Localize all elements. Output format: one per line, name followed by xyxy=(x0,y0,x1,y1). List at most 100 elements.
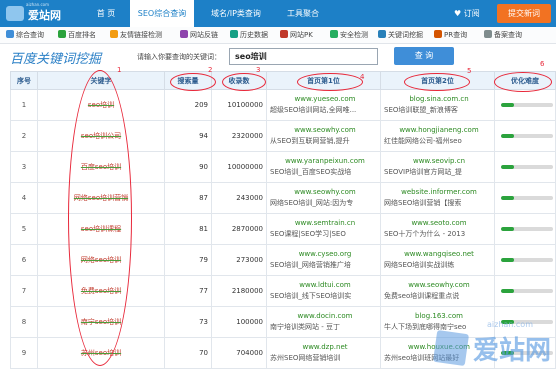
rank-1-domain-link[interactable]: www.semtrain.cn xyxy=(270,218,380,229)
subnav-item-site-pk[interactable]: 网站PK xyxy=(280,30,313,40)
rank-1-title: SEO课程|SEO学习|SEO xyxy=(270,230,346,238)
search-volume: 77 xyxy=(164,275,212,307)
rank-2-title: 网络SEO培训营销【搜索 xyxy=(384,199,462,207)
rank-2-site: www.wangqiseo.net 网络SEO培训实战训练 xyxy=(380,244,495,276)
subnav-label: 备案查询 xyxy=(494,31,522,39)
bell-icon: ♥ xyxy=(454,9,464,18)
subnav-label: 安全检测 xyxy=(340,31,368,39)
difficulty-cell xyxy=(494,151,556,183)
keyword-search-input[interactable] xyxy=(229,48,378,65)
annotation-4: 4 xyxy=(360,73,365,81)
tool-subnav: 综合查询 百度排名 友情链接检测 网站反链 历史数据 网站PK 安全检测 关键词… xyxy=(0,27,556,44)
history-icon xyxy=(230,30,238,38)
rank-1-site: www.seowhy.com 从SEO到互联网营销,提升 xyxy=(266,120,381,152)
difficulty-bar xyxy=(501,196,553,200)
row-number: 6 xyxy=(10,244,38,276)
search-volume: 87 xyxy=(164,182,212,214)
keyword-mining-icon xyxy=(378,30,386,38)
subnav-label: 百度排名 xyxy=(68,31,96,39)
icp-record-icon xyxy=(484,30,492,38)
difficulty-cell xyxy=(494,120,556,152)
shield-icon xyxy=(330,30,338,38)
rank-1-domain-link[interactable]: www.ldtui.com xyxy=(270,280,380,291)
subnav-item-keyword-mining[interactable]: 关键词挖掘 xyxy=(378,30,423,40)
tab-tools[interactable]: 工具聚合 xyxy=(278,0,328,27)
submit-new-keyword-button[interactable]: 提交新词 xyxy=(497,4,551,23)
subnav-item-pr-query[interactable]: PR查询 xyxy=(434,30,467,40)
indexed-count: 243000 xyxy=(211,182,267,214)
indexed-count: 10100000 xyxy=(211,89,267,121)
search-button[interactable]: 查 询 xyxy=(394,47,454,65)
subnav-label: 历史数据 xyxy=(240,31,268,39)
search-volume: 70 xyxy=(164,337,212,369)
indexed-count: 2320000 xyxy=(211,120,267,152)
annotation-3: 3 xyxy=(256,66,261,74)
difficulty-fill xyxy=(501,258,514,262)
rank-2-domain-link[interactable]: www.seoto.com xyxy=(384,218,494,229)
difficulty-fill xyxy=(501,196,514,200)
watermark-logo-icon xyxy=(432,329,470,367)
search-volume: 79 xyxy=(164,244,212,276)
subnav-item-history[interactable]: 历史数据 xyxy=(230,30,268,40)
overall-query-icon xyxy=(6,30,14,38)
subnav-item-backlinks[interactable]: 网站反链 xyxy=(180,30,218,40)
indexed-count: 2870000 xyxy=(211,213,267,245)
rank-1-site: www.seowhy.com 网络SEO培训_网站:因为专 xyxy=(266,182,381,214)
indexed-count: 100000 xyxy=(211,306,267,338)
indexed-count: 10000000 xyxy=(211,151,267,183)
rank-2-domain-link[interactable]: website.informer.com xyxy=(384,187,494,198)
rank-2-site: www.seovip.cn SEOVIP培训官方网站_提 xyxy=(380,151,495,183)
rank-1-domain-link[interactable]: www.yueseo.com xyxy=(270,94,380,105)
col-header-no[interactable]: 序号 xyxy=(10,71,38,90)
rank-1-domain-link[interactable]: www.docin.com xyxy=(270,311,380,322)
subnav-label: 网站PK xyxy=(290,31,313,39)
difficulty-fill xyxy=(501,134,514,138)
difficulty-bar xyxy=(501,258,553,262)
subnav-item-friend-links[interactable]: 友情链接检测 xyxy=(110,30,162,40)
rank-1-domain-link[interactable]: www.yaranpeixun.com xyxy=(270,156,380,167)
logo-text: 爱站网 xyxy=(28,9,61,22)
rank-1-domain-link[interactable]: www.seowhy.com xyxy=(270,187,380,198)
rank-2-domain-link[interactable]: www.seovip.cn xyxy=(384,156,494,167)
rank-2-domain-link[interactable]: www.wangqiseo.net xyxy=(384,249,494,260)
rank-1-site: www.semtrain.cn SEO课程|SEO学习|SEO xyxy=(266,213,381,245)
row-number: 5 xyxy=(10,213,38,245)
rank-2-domain-link[interactable]: www.hongjianeng.com xyxy=(384,125,494,136)
rank-1-site: www.ldtui.com SEO培训_线下SEO培训实 xyxy=(266,275,381,307)
tab-home[interactable]: 首 页 xyxy=(84,0,128,27)
rank-2-domain-link[interactable]: blog.sina.com.cn xyxy=(384,94,494,105)
subnav-item-baidu-rank[interactable]: 百度排名 xyxy=(58,30,96,40)
subnav-item-icp[interactable]: 备案查询 xyxy=(484,30,522,40)
rank-2-title: SEO培训联盟_新浪博客 xyxy=(384,106,458,114)
row-number: 1 xyxy=(10,89,38,121)
rank-1-title: 从SEO到互联网营销,提升 xyxy=(270,137,350,145)
difficulty-cell xyxy=(494,213,556,245)
difficulty-fill xyxy=(501,289,514,293)
tab-seo-query[interactable]: SEO综合查询 xyxy=(130,0,194,27)
indexed-count: 2180000 xyxy=(211,275,267,307)
top-nav: aizhan.com 爱站网 首 页 SEO综合查询 域名/IP类查询 工具聚合… xyxy=(0,0,556,27)
pr-query-icon xyxy=(434,30,442,38)
rank-1-title: SEO培训_网络营销推广培 xyxy=(270,261,351,269)
subnav-item-security[interactable]: 安全检测 xyxy=(330,30,368,40)
rank-2-domain-link[interactable]: www.seowhy.com xyxy=(384,280,494,291)
rank-1-domain-link[interactable]: www.dzp.net xyxy=(270,342,380,353)
rank-2-title: SEO十万个为什么 - 2013 xyxy=(384,230,466,238)
row-number: 2 xyxy=(10,120,38,152)
row-number: 8 xyxy=(10,306,38,338)
rank-1-title: SEO培训_线下SEO培训实 xyxy=(270,292,352,300)
subscribe-button[interactable]: ♥ 订阅 xyxy=(454,0,480,27)
rank-2-site: www.hongjianeng.com 红佳能网络公司-福州seo xyxy=(380,120,495,152)
site-logo[interactable]: aizhan.com 爱站网 xyxy=(6,2,76,23)
watermark-text: 爱站网 xyxy=(473,336,552,366)
search-volume: 90 xyxy=(164,151,212,183)
tab-domain-ip-query[interactable]: 域名/IP类查询 xyxy=(196,0,276,27)
baidu-rank-icon xyxy=(58,30,66,38)
subnav-item-overall[interactable]: 综合查询 xyxy=(6,30,44,40)
rank-1-domain-link[interactable]: www.cyseo.org xyxy=(270,249,380,260)
rank-1-domain-link[interactable]: www.seowhy.com xyxy=(270,125,380,136)
subnav-label: 网站反链 xyxy=(190,31,218,39)
logo-badge-icon xyxy=(6,6,24,21)
search-volume: 73 xyxy=(164,306,212,338)
subnav-label: 友情链接检测 xyxy=(120,31,162,39)
